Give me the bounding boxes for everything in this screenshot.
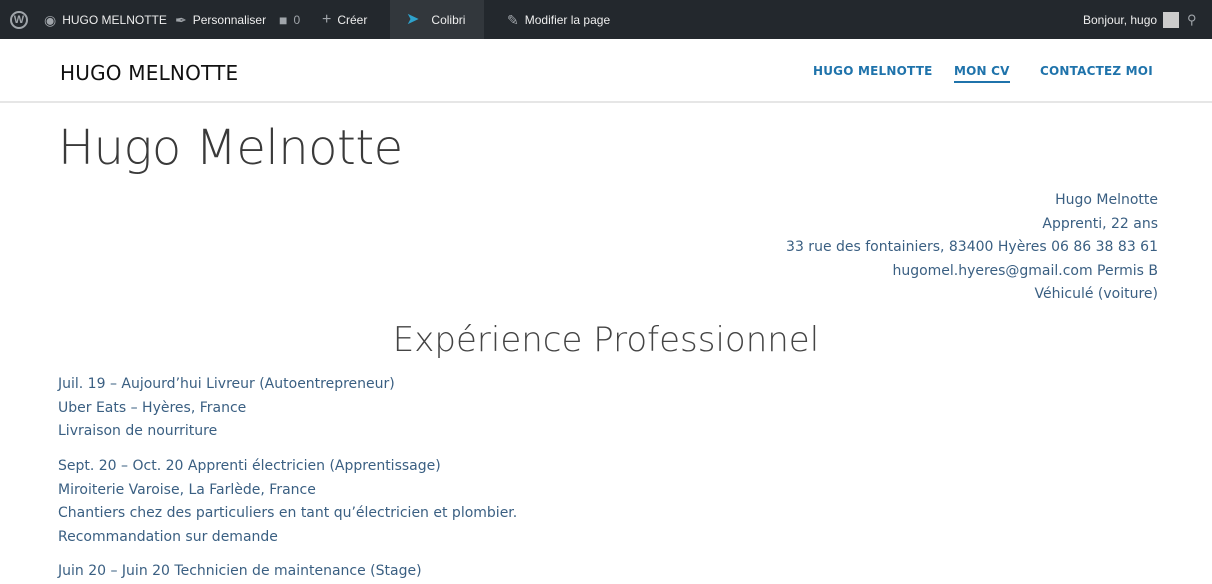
search-icon: ⚲ [1187, 12, 1197, 27]
search-button[interactable]: ⚲ [1187, 0, 1203, 39]
nav-item-contactez-moi[interactable]: CONTACTEZ MOI [1040, 64, 1153, 78]
brush-icon: ✒ [175, 11, 187, 28]
experience-description: Livraison de nourriture [58, 423, 218, 439]
new-label: Créer [337, 12, 368, 27]
comments-count: 0 [293, 12, 301, 27]
comment-icon: ■ [279, 11, 288, 28]
experience-dates-title: Juil. 19 – Aujourd’hui Livreur (Autoentr… [58, 376, 395, 392]
section-title: Expérience Professionnel [392, 320, 820, 360]
wordpress-logo-icon: W [10, 10, 28, 29]
customize-label: Personnaliser [192, 12, 267, 27]
experience-description: Chantiers chez des particuliers en tant … [58, 505, 518, 521]
page-title: Hugo Melnotte [58, 120, 403, 176]
greeting-label: Bonjour, hugo [1083, 12, 1158, 27]
site-header: HUGO MELNOTTE HUGO MELNOTTE MON CV CONTA… [0, 39, 1212, 103]
experience-company: Uber Eats – Hyères, France [58, 399, 247, 416]
experience-item-partial: Juin 20 – Juin 20 Technicien de maintena… [58, 560, 422, 584]
contact-name: Hugo Melnotte [1055, 192, 1158, 208]
dashboard-icon: ◉ [44, 11, 57, 28]
contact-role: Apprenti, 22 ans [1042, 215, 1158, 232]
contact-email-license: hugomel.hyeres@gmail.com Permis B [892, 262, 1158, 279]
contact-block: Hugo Melnotte Apprenti, 22 ans 33 rue de… [786, 189, 1158, 307]
site-name-menu[interactable]: ◉ HUGO MELNOTTE [44, 0, 167, 39]
admin-bar: W ◉ HUGO MELNOTTE ✒ Personnaliser ■ 0 + … [0, 0, 1212, 39]
comments-menu[interactable]: ■ 0 [279, 0, 300, 39]
colibri-label: Colibri [431, 12, 466, 27]
experience-item: Sept. 20 – Oct. 20 Apprenti électricien … [58, 455, 517, 549]
avatar [1163, 11, 1180, 28]
nav-item-hugo-melnotte[interactable]: HUGO MELNOTTE [813, 64, 933, 78]
experience-item: Juil. 19 – Aujourd’hui Livreur (Autoentr… [58, 373, 395, 444]
my-account-menu[interactable]: Bonjour, hugo [1083, 0, 1180, 39]
colibri-menu[interactable]: ➤ Colibri [406, 0, 465, 39]
contact-vehicle: Véhiculé (voiture) [1034, 286, 1158, 302]
contact-address-phone: 33 rue des fontainiers, 83400 Hyères 06 … [786, 239, 1158, 255]
colibri-bird-icon: ➤ [406, 10, 420, 28]
pencil-icon: ✎ [507, 11, 519, 28]
site-name-label: HUGO MELNOTTE [62, 12, 167, 27]
wordpress-menu[interactable]: W [10, 0, 28, 39]
new-content-menu[interactable]: + Créer [322, 0, 367, 39]
plus-icon: + [322, 10, 332, 28]
edit-page-menu[interactable]: ✎ Modifier la page [507, 0, 610, 39]
customize-menu[interactable]: ✒ Personnaliser [175, 0, 266, 39]
experience-dates-title: Sept. 20 – Oct. 20 Apprenti électricien … [58, 458, 441, 474]
site-title[interactable]: HUGO MELNOTTE [60, 61, 238, 85]
nav-item-mon-cv[interactable]: MON CV [954, 64, 1010, 83]
experience-company: Miroiterie Varoise, La Farlède, France [58, 481, 316, 498]
experience-recommendation: Recommandation sur demande [58, 528, 278, 545]
experience-dates-title: Juin 20 – Juin 20 Technicien de maintena… [58, 563, 422, 579]
edit-page-label: Modifier la page [524, 12, 611, 27]
